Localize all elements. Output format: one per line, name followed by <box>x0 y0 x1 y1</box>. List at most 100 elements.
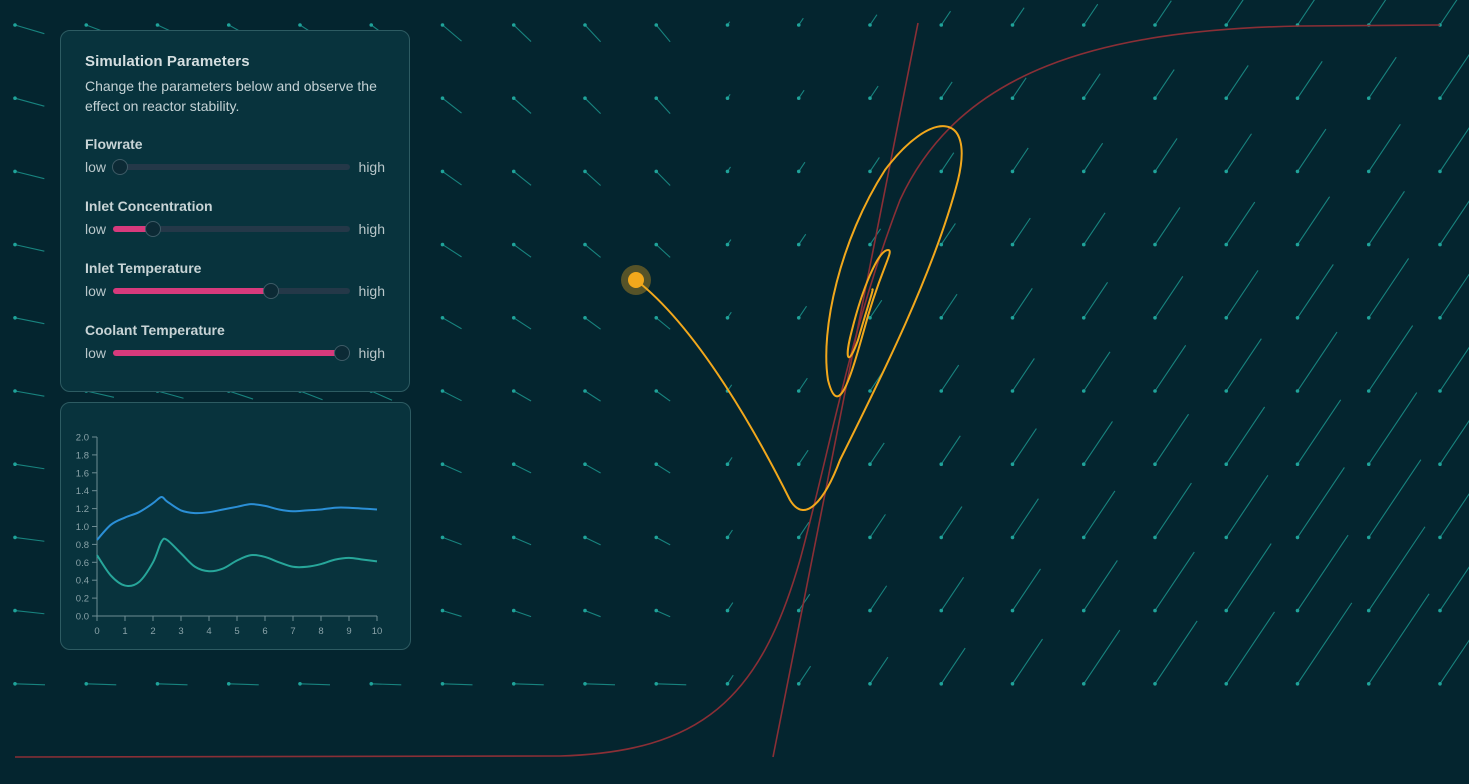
state-marker[interactable] <box>628 272 644 288</box>
vector-origin-dot <box>583 242 587 247</box>
vector-origin-dot <box>511 608 516 613</box>
vector-origin-dot <box>1081 462 1086 467</box>
x-tick-label: 5 <box>234 626 239 637</box>
vector-origin-dot <box>1295 96 1300 100</box>
vector-arrow <box>869 157 880 172</box>
vector-origin-dot <box>1153 535 1157 540</box>
vector-arrow <box>1154 207 1181 245</box>
vector-arrow <box>798 305 808 319</box>
slider-high-label: high <box>358 221 385 237</box>
vector-arrow <box>1083 212 1106 245</box>
vector-origin-dot <box>654 462 659 467</box>
slider-thumb[interactable] <box>111 159 128 175</box>
vector-arrow <box>656 610 671 618</box>
slider-thumb[interactable] <box>334 345 351 361</box>
time-series-panel: 0.0 0.2 0.4 0.6 0.8 1.0 1.2 1.4 1.6 1.8 2.0 0 1 2 3 4 5 6… <box>60 402 411 650</box>
vector-origin-dot <box>939 242 944 247</box>
vector-origin-dot <box>725 535 730 540</box>
vector-origin-dot <box>583 316 587 320</box>
coolant-temperature-slider[interactable] <box>112 345 351 361</box>
vector-arrow <box>442 170 462 186</box>
vector-origin-dot <box>298 682 302 686</box>
vector-origin-dot <box>1010 23 1015 27</box>
flowrate-slider[interactable] <box>111 159 350 175</box>
vector-arrow <box>14 390 45 397</box>
vector-arrow <box>1297 0 1315 26</box>
vector-origin-dot <box>1010 316 1015 320</box>
vector-origin-dot <box>1010 682 1015 686</box>
vector-arrow <box>513 97 532 114</box>
vector-origin-dot <box>1153 169 1157 174</box>
vector-arrow <box>1297 128 1327 172</box>
vector-origin-dot <box>298 23 302 27</box>
vector-arrow <box>584 536 601 546</box>
panel-title: Simulation Parameters <box>85 53 250 70</box>
vector-arrow <box>655 244 671 258</box>
slider-thumb[interactable] <box>263 283 280 299</box>
vector-arrow <box>1439 346 1469 392</box>
vector-arrow <box>513 463 532 474</box>
vector-origin-dot <box>1081 242 1086 247</box>
vector-origin-dot <box>868 23 872 27</box>
vector-origin-dot <box>1010 389 1015 393</box>
series-line-1 <box>96 495 378 541</box>
vector-origin-dot <box>1153 23 1157 27</box>
vector-arrow <box>371 390 393 401</box>
vector-arrow <box>1368 325 1414 392</box>
vector-origin-dot <box>440 96 445 100</box>
vector-origin-dot <box>654 23 659 27</box>
y-tick-label: 1.4 <box>76 486 89 497</box>
flowrate-control: Flowrate low high <box>85 136 385 180</box>
vector-origin-dot <box>13 96 17 100</box>
vector-arrow <box>442 536 462 546</box>
vector-arrow <box>14 683 46 686</box>
slider-thumb[interactable] <box>145 221 162 237</box>
vector-arrow <box>513 24 532 42</box>
vector-arrow <box>1012 217 1031 245</box>
vector-origin-dot <box>1081 23 1086 27</box>
vector-origin-dot <box>1366 682 1371 686</box>
vector-origin-dot <box>1366 96 1371 100</box>
vector-arrow <box>869 442 885 465</box>
x-tick-label: 2 <box>150 626 155 637</box>
vector-origin-dot <box>440 389 445 393</box>
vector-origin-dot <box>511 535 516 540</box>
flowrate-slider-row: low high <box>85 157 385 177</box>
inlet-temperature-control: Inlet Temperature low high <box>85 260 385 304</box>
vector-origin-dot <box>440 242 445 247</box>
vector-arrow <box>1154 0 1172 26</box>
vector-arrow <box>1154 276 1184 319</box>
vector-origin-dot <box>583 389 587 393</box>
vector-origin-dot <box>1366 535 1371 540</box>
vector-origin-dot <box>939 169 944 174</box>
vector-arrow <box>1439 419 1469 465</box>
vector-arrow <box>228 390 254 400</box>
vector-origin-dot <box>1438 608 1442 613</box>
vector-arrow <box>1368 123 1401 172</box>
vector-arrow <box>1083 351 1111 392</box>
vector-origin-dot <box>440 608 445 613</box>
vector-arrow <box>14 97 45 107</box>
vector-origin-dot <box>440 316 445 320</box>
vector-origin-dot <box>13 608 17 613</box>
slider-low-label: low <box>85 159 107 175</box>
vector-arrow <box>1012 7 1025 26</box>
inlet-temperature-slider[interactable] <box>112 283 350 299</box>
vector-arrow <box>584 24 601 43</box>
vector-arrow <box>1225 201 1256 245</box>
vector-origin-dot <box>511 23 516 27</box>
linear-nullcline <box>772 22 919 758</box>
vector-arrow <box>1368 392 1418 465</box>
vector-arrow <box>1225 270 1259 319</box>
vector-arrow <box>940 293 958 319</box>
vector-arrow <box>940 506 963 538</box>
vector-arrow <box>656 683 687 686</box>
vector-origin-dot <box>1153 682 1157 686</box>
vector-origin-dot <box>1153 316 1157 320</box>
vector-origin-dot <box>1366 242 1371 247</box>
inlet-concentration-slider[interactable] <box>112 221 350 237</box>
vector-arrow <box>869 514 886 538</box>
vector-arrow <box>1083 560 1118 611</box>
vector-origin-dot <box>1295 316 1300 320</box>
vector-origin-dot <box>583 608 587 613</box>
